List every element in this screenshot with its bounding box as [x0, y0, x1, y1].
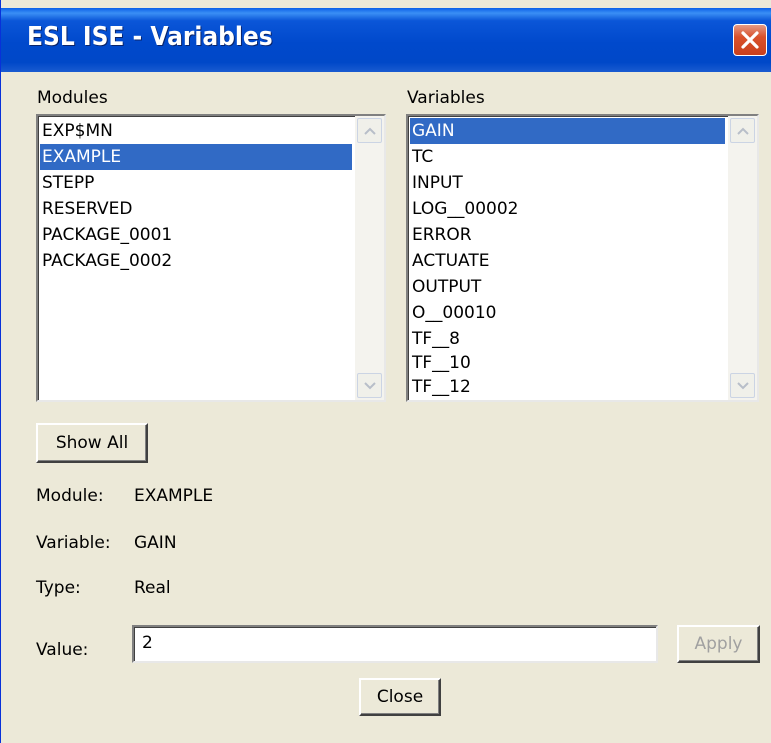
scroll-up-arrow-icon	[737, 127, 749, 135]
list-item-module[interactable]: STEPP	[40, 170, 352, 196]
variables-listbox[interactable]: GAIN TC INPUT LOG__00002 ERROR ACTUATE O…	[406, 114, 759, 402]
modules-scroll-up-button[interactable]	[357, 118, 382, 143]
close-button[interactable]: Close	[359, 678, 441, 716]
list-item-variable[interactable]: TC	[410, 144, 725, 170]
list-item-module[interactable]: EXP$MN	[40, 118, 352, 144]
list-item-module-selected[interactable]: EXAMPLE	[40, 144, 352, 170]
window-title: ESL ISE - Variables	[27, 22, 273, 52]
close-window-button[interactable]	[733, 24, 767, 56]
modules-label: Modules	[37, 88, 108, 108]
list-item-variable[interactable]: LOG__00002	[410, 196, 725, 222]
variables-scroll-down-button[interactable]	[730, 373, 755, 398]
list-item-variable[interactable]: OUTPUT	[410, 274, 725, 300]
list-item-variable[interactable]: INPUT	[410, 170, 725, 196]
list-item-variable[interactable]: TF__12	[410, 374, 725, 400]
list-item-variable-selected[interactable]: GAIN	[410, 118, 725, 144]
scroll-up-arrow-icon	[364, 127, 376, 135]
apply-button[interactable]: Apply	[677, 625, 760, 663]
variables-scroll-up-button[interactable]	[730, 118, 755, 143]
list-item-module[interactable]: PACKAGE_0001	[40, 222, 352, 248]
show-all-button[interactable]: Show All	[36, 423, 148, 463]
value-input[interactable]: 2	[132, 625, 658, 663]
variable-value: GAIN	[134, 533, 177, 553]
module-field-label: Module:	[36, 486, 104, 506]
modules-scrollbar[interactable]	[355, 116, 384, 400]
title-bar[interactable]: ESL ISE - Variables	[1, 8, 771, 72]
variables-dialog: ESL ISE - Variables Modules EXP$MN EXAMP…	[0, 0, 771, 743]
close-x-icon	[741, 31, 759, 49]
scroll-down-arrow-icon	[364, 382, 376, 390]
modules-scroll-down-button[interactable]	[357, 373, 382, 398]
modules-listbox[interactable]: EXP$MN EXAMPLE STEPP RESERVED PACKAGE_00…	[36, 114, 386, 402]
variables-label: Variables	[407, 88, 485, 108]
list-item-variable[interactable]: O__00010	[410, 300, 725, 326]
list-item-variable[interactable]: TF__10	[410, 350, 725, 376]
list-item-variable[interactable]: ERROR	[410, 222, 725, 248]
type-field-label: Type:	[36, 578, 81, 598]
type-value: Real	[134, 578, 171, 598]
variable-field-label: Variable:	[36, 533, 111, 553]
list-item-variable[interactable]: ACTUATE	[410, 248, 725, 274]
list-item-module[interactable]: PACKAGE_0002	[40, 248, 352, 274]
variables-scrollbar[interactable]	[728, 116, 757, 400]
module-value: EXAMPLE	[134, 486, 214, 506]
scroll-down-arrow-icon	[737, 382, 749, 390]
value-field-label: Value:	[36, 640, 89, 660]
list-item-variable[interactable]: TF__8	[410, 326, 725, 352]
list-item-module[interactable]: RESERVED	[40, 196, 352, 222]
